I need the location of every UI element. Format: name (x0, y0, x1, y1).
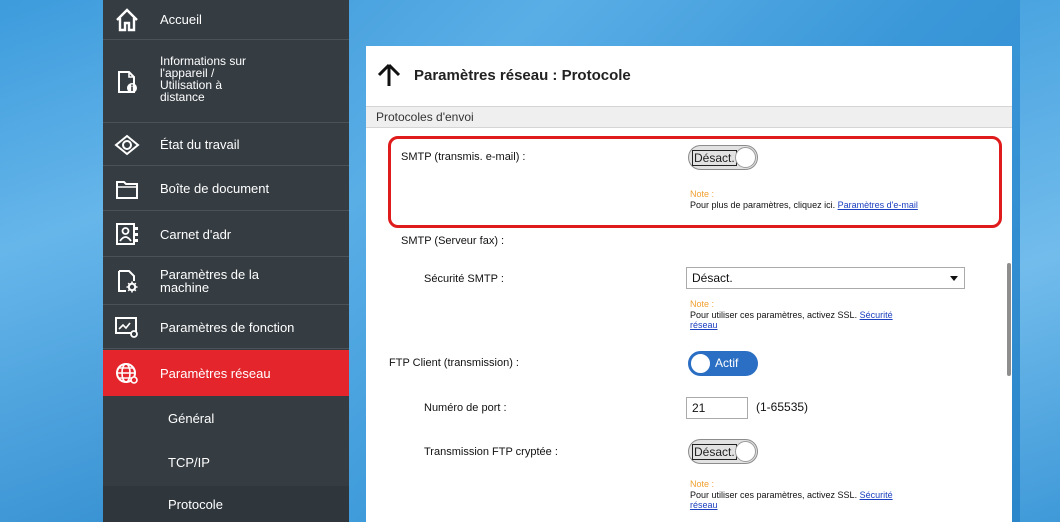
network-security-link[interactable]: réseau (690, 320, 718, 330)
ftp-encrypted-toggle[interactable]: Désact. (688, 439, 758, 464)
home-icon (114, 7, 140, 33)
smtp-email-toggle[interactable]: Désact. (688, 145, 758, 170)
toggle-knob (735, 441, 756, 462)
page-title: Paramètres réseau : Protocole (414, 66, 631, 84)
toggle-state: Actif (714, 356, 740, 370)
section-header: Protocoles d'envoi (366, 106, 1012, 128)
note-text: réseau (690, 500, 718, 510)
eye-icon (114, 132, 140, 158)
sidebar-subitem-general[interactable]: Général (103, 398, 349, 438)
sidebar-subitem-tcpip[interactable]: TCP/IP (103, 442, 349, 482)
toggle-knob (690, 353, 711, 374)
note-label: Note : (690, 189, 715, 199)
machine-settings-icon (114, 268, 140, 294)
smtp-security-select[interactable]: Désact. (686, 267, 965, 289)
network-security-link[interactable]: Sécurité (860, 490, 893, 500)
network-security-link[interactable]: Sécurité (860, 310, 893, 320)
sidebar-item-network-settings[interactable]: Paramètres réseau (103, 350, 349, 396)
smtp-fax-label: SMTP (Serveur fax) : (401, 235, 505, 247)
sidebar-item-label: Carnet d'adr (160, 226, 232, 242)
smtp-email-label: SMTP (transmis. e-mail) : (401, 151, 526, 163)
vertical-scrollbar[interactable] (1007, 263, 1011, 376)
sidebar-subitem-protocol[interactable]: Protocole (103, 486, 349, 522)
sidebar-item-machine-settings[interactable]: Paramètres de la machine (103, 258, 349, 305)
sidebar-subitem-label: TCP/IP (168, 454, 210, 470)
port-range-text: (1-65535) (756, 400, 809, 414)
ftp-client-label: FTP Client (transmission) : (389, 357, 519, 369)
ftp-encrypted-label: Transmission FTP cryptée : (424, 446, 558, 458)
sidebar-item-label: Informations sur l'appareil / Utilisatio… (160, 53, 247, 104)
note-text: réseau (690, 320, 718, 330)
toggle-knob (735, 147, 756, 168)
sidebar-item-label: Boîte de document (160, 181, 270, 196)
port-label: Numéro de port : (424, 402, 507, 414)
sidebar-item-label: État du travail (160, 137, 240, 152)
sidebar-item-label: Paramètres de fonction (160, 319, 295, 335)
sidebar-item-label: Paramètres réseau (160, 365, 271, 381)
sidebar-item-function-settings[interactable]: Paramètres de fonction (103, 306, 349, 349)
folder-icon (114, 176, 140, 202)
sidebar: Accueil Informations sur l'appareil / Ut… (103, 0, 349, 522)
sidebar-subitem-label: Protocole (168, 496, 223, 512)
address-book-icon (114, 221, 140, 247)
smtp-security-label: Sécurité SMTP : (424, 273, 504, 285)
note-text-content: Pour utiliser ces paramètres, activez SS… (690, 490, 860, 500)
note-label: Note : (690, 479, 715, 489)
ftp-client-toggle[interactable]: Actif (688, 351, 758, 376)
note-label: Note : (690, 299, 715, 309)
sidebar-item-address-book[interactable]: Carnet d'adr (103, 212, 349, 257)
note-text-content: Pour utiliser ces paramètres, activez SS… (690, 310, 860, 320)
note-text: Pour plus de paramètres, cliquez ici. Pa… (690, 200, 918, 210)
sidebar-item-home[interactable]: Accueil (103, 0, 349, 40)
sidebar-item-document-box[interactable]: Boîte de document (103, 167, 349, 211)
select-value: Désact. (692, 271, 733, 285)
network-security-link[interactable]: réseau (690, 500, 718, 510)
sidebar-item-job-status[interactable]: État du travail (103, 124, 349, 166)
device-info-icon (114, 69, 140, 95)
toggle-state: Désact. (692, 444, 737, 460)
sidebar-item-device-info[interactable]: Informations sur l'appareil / Utilisatio… (103, 41, 349, 123)
note-text: Pour utiliser ces paramètres, activez SS… (690, 490, 893, 500)
note-text: Pour utiliser ces paramètres, activez SS… (690, 310, 893, 320)
desktop-background-left (0, 0, 103, 522)
note-text-content: Pour plus de paramètres, cliquez ici. (690, 200, 838, 210)
back-arrow-icon[interactable] (376, 63, 402, 87)
desktop-background-right (1020, 0, 1060, 522)
sidebar-subitem-label: Général (168, 410, 215, 426)
network-globe-icon (114, 360, 140, 386)
port-number-input[interactable]: 21 (686, 397, 748, 419)
email-settings-link[interactable]: Paramètres d'e-mail (838, 200, 918, 210)
sidebar-item-label: Paramètres de la machine (160, 267, 259, 295)
panel-header: Paramètres réseau : Protocole (366, 46, 1012, 104)
chevron-down-icon (950, 276, 958, 281)
sidebar-item-label: Accueil (160, 12, 202, 27)
toggle-state: Désact. (692, 150, 737, 166)
function-settings-icon (114, 314, 140, 340)
